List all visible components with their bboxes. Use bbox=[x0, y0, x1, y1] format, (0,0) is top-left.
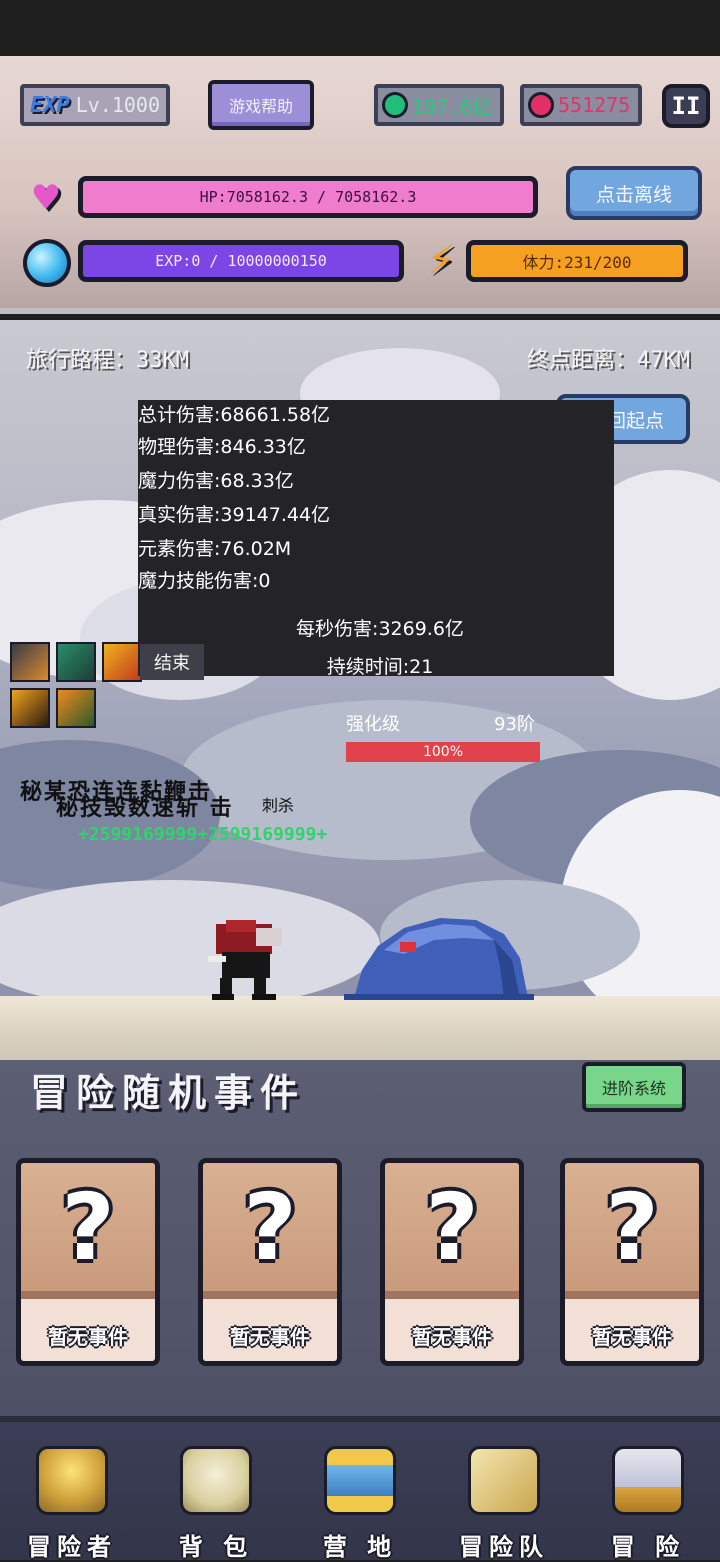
backpack-icon bbox=[180, 1446, 252, 1515]
enhance-progress-bar: 100% bbox=[346, 742, 540, 762]
exp-tag: EXP bbox=[29, 92, 70, 118]
heal-numbers: +2599169999+2599169999+2599169999+259916… bbox=[78, 826, 328, 845]
exp-orb-icon bbox=[22, 238, 72, 288]
question-mark-icon: ? bbox=[605, 1173, 659, 1281]
ruby-icon bbox=[528, 92, 554, 118]
camp-banner-icon bbox=[324, 1446, 396, 1515]
exp-bar: EXP:0 / 10000000150 bbox=[78, 240, 404, 282]
question-mark-icon: ? bbox=[243, 1173, 297, 1281]
event-card[interactable]: ? 暂无事件 bbox=[198, 1158, 342, 1366]
hp-bar: HP:7058162.3 / 7058162.3 bbox=[78, 176, 538, 218]
skill-text: 刺杀 bbox=[262, 796, 295, 815]
offline-button[interactable]: 点击离线 bbox=[566, 166, 702, 220]
game-help-button[interactable]: 游戏帮助 bbox=[208, 80, 314, 130]
nav-label: 冒险队 bbox=[459, 1533, 549, 1561]
event-card[interactable]: ? 暂无事件 bbox=[380, 1158, 524, 1366]
event-card-label: 暂无事件 bbox=[592, 1320, 672, 1350]
nav-camp[interactable]: 营 地 bbox=[288, 1422, 432, 1562]
lightning-icon: ⚡ bbox=[426, 238, 456, 284]
ground bbox=[0, 996, 720, 1060]
green-gem-icon bbox=[382, 92, 408, 118]
cannon-skill-icon[interactable] bbox=[56, 642, 96, 682]
sword-icon bbox=[612, 1446, 684, 1515]
events-panel: 冒险随机事件 进阶系统 ? 暂无事件 ? 暂无事件 ? 暂无事件 ? 暂无事件 bbox=[0, 1060, 720, 1416]
stamina-bar: 体力:231/200 bbox=[466, 240, 688, 282]
enhance-label: 强化级 bbox=[346, 714, 400, 735]
ruby-counter: 551275 bbox=[520, 84, 642, 126]
events-title: 冒险随机事件 bbox=[30, 1071, 307, 1115]
heart-icon: ♥ bbox=[30, 178, 62, 218]
skill-text: 秘技毁数速斩 击 bbox=[56, 796, 234, 821]
true-damage: 真实伤害:39147.44亿 bbox=[138, 504, 331, 526]
hammer-skill-icon[interactable] bbox=[56, 688, 96, 728]
duration: 持续时间:21 bbox=[326, 656, 434, 678]
boot-skill-icon[interactable] bbox=[10, 688, 50, 728]
pause-button[interactable]: II bbox=[662, 84, 710, 128]
question-mark-icon: ? bbox=[61, 1173, 115, 1281]
physical-damage: 物理伤害:846.33亿 bbox=[138, 436, 306, 458]
event-card-label: 暂无事件 bbox=[48, 1320, 128, 1350]
nav-label: 冒险者 bbox=[27, 1533, 117, 1561]
blue-slime-enemy bbox=[344, 918, 534, 1000]
level-text: Lv.1000 bbox=[75, 93, 161, 117]
total-damage: 总计伤害:68661.58亿 bbox=[138, 404, 331, 426]
nav-label: 背 包 bbox=[178, 1533, 254, 1561]
blade-skill-icon[interactable] bbox=[102, 642, 142, 682]
damage-per-second: 每秒伤害:3269.6亿 bbox=[296, 618, 464, 640]
event-card[interactable]: ? 暂无事件 bbox=[16, 1158, 160, 1366]
nav-adventure[interactable]: 冒 险 bbox=[576, 1422, 720, 1562]
nav-adventurer[interactable]: 冒险者 bbox=[0, 1422, 144, 1562]
distance-remaining: 终点距离：47KM bbox=[527, 348, 690, 373]
magic-damage: 魔力伤害:68.33亿 bbox=[138, 470, 294, 492]
distance-travelled: 旅行路程：33KM bbox=[26, 348, 189, 373]
nav-backpack[interactable]: 背 包 bbox=[144, 1422, 288, 1562]
helmet-icon bbox=[36, 1446, 108, 1515]
bottom-nav: 冒险者 背 包 营 地 冒险队 冒 险 bbox=[0, 1416, 720, 1562]
nav-label: 冒 险 bbox=[610, 1533, 686, 1561]
nav-label: 营 地 bbox=[322, 1533, 398, 1561]
magic-skill-damage: 魔力技能伤害:0 bbox=[138, 570, 271, 592]
enhance-tier: 93阶 bbox=[494, 714, 535, 735]
status-bar bbox=[0, 0, 720, 56]
event-card-label: 暂无事件 bbox=[230, 1320, 310, 1350]
header-panel: EXP Lv.1000 游戏帮助 197.6亿 551275 II ♥ HP:7… bbox=[0, 56, 720, 314]
level-badge: EXP Lv.1000 bbox=[20, 84, 170, 126]
damage-stats-popup: 总计伤害:68661.58亿 物理伤害:846.33亿 魔力伤害:68.33亿 … bbox=[138, 400, 614, 678]
team-book-icon bbox=[468, 1446, 540, 1515]
question-mark-icon: ? bbox=[425, 1173, 479, 1281]
hero-sprite bbox=[208, 920, 282, 1000]
ruby-count: 551275 bbox=[558, 93, 631, 117]
battle-scene: 旅行路程：33KM 终点距离：47KM 回起点 总计伤害:68661.58亿 物… bbox=[0, 320, 720, 1060]
end-button[interactable]: 结束 bbox=[140, 644, 204, 680]
gem-count: 197.6亿 bbox=[412, 94, 493, 119]
nav-team[interactable]: 冒险队 bbox=[432, 1422, 576, 1562]
event-card-label: 暂无事件 bbox=[412, 1320, 492, 1350]
bomb-skill-icon[interactable] bbox=[10, 642, 50, 682]
advancement-system-button[interactable]: 进阶系统 bbox=[582, 1062, 686, 1112]
elemental-damage: 元素伤害:76.02M bbox=[138, 538, 292, 560]
event-card[interactable]: ? 暂无事件 bbox=[560, 1158, 704, 1366]
gem-counter: 197.6亿 bbox=[374, 84, 504, 126]
